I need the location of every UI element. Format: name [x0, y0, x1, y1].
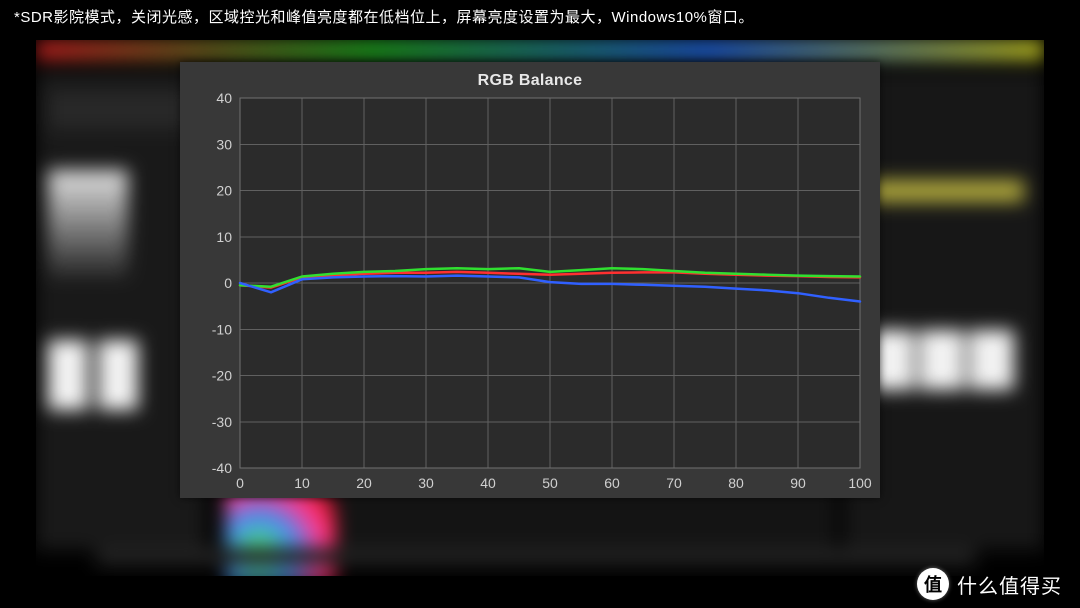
caption-text: *SDR影院模式，关闭光感，区域控光和峰值亮度都在低档位上，屏幕亮度设置为最大，…	[14, 6, 754, 27]
watermark: 值 什么值得买	[917, 568, 1062, 600]
svg-text:-40: -40	[212, 460, 232, 476]
svg-text:70: 70	[666, 475, 682, 491]
svg-text:30: 30	[418, 475, 434, 491]
svg-text:60: 60	[604, 475, 620, 491]
svg-text:40: 40	[480, 475, 496, 491]
svg-text:20: 20	[216, 183, 232, 199]
svg-text:50: 50	[542, 475, 558, 491]
watermark-text: 什么值得买	[957, 570, 1062, 599]
svg-text:-20: -20	[212, 368, 232, 384]
svg-text:0: 0	[236, 475, 244, 491]
chart-svg: -40 -30 -20 -10 0 10 20 30 40 0 10 20 30 40 50 60 70 80 90…	[180, 62, 880, 498]
svg-text:40: 40	[216, 90, 232, 106]
svg-text:30: 30	[216, 136, 232, 152]
svg-text:80: 80	[728, 475, 744, 491]
svg-text:-30: -30	[212, 414, 232, 430]
svg-text:90: 90	[790, 475, 806, 491]
svg-text:20: 20	[356, 475, 372, 491]
svg-text:-10: -10	[212, 321, 232, 337]
svg-text:10: 10	[216, 229, 232, 245]
svg-text:10: 10	[294, 475, 310, 491]
watermark-badge-icon: 值	[917, 568, 949, 600]
svg-text:0: 0	[224, 275, 232, 291]
rgb-balance-chart: RGB Balance -40-30-20-100102030400102030…	[180, 62, 880, 498]
svg-text:100: 100	[848, 475, 872, 491]
